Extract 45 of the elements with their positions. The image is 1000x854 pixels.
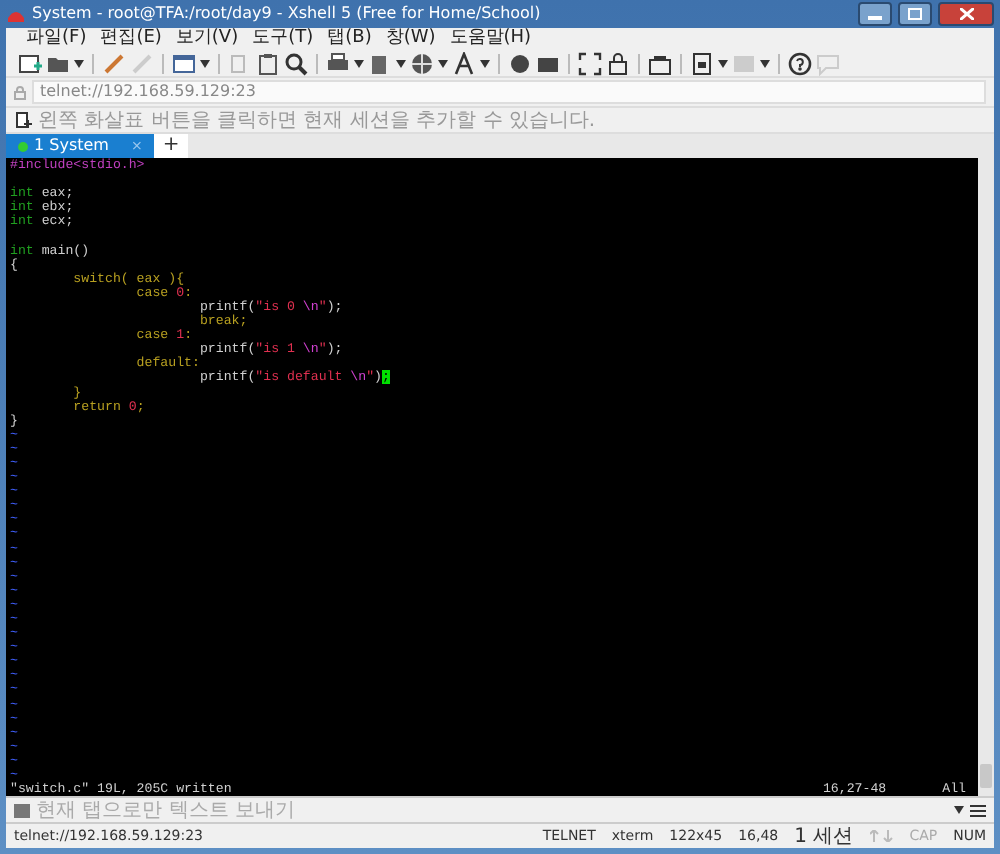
scrollbar-thumb[interactable] (980, 764, 992, 789)
caret-icon[interactable] (438, 60, 448, 68)
minimize-button[interactable] (858, 2, 892, 26)
menu-item[interactable]: 편집(E) (100, 26, 162, 54)
menu-item[interactable]: 창(W) (385, 26, 436, 54)
document-icon[interactable] (690, 52, 714, 76)
font-icon[interactable] (452, 52, 476, 76)
close-button[interactable] (938, 2, 994, 26)
window-title: System - root@TFA:/root/day9 - Xshell 5 (Free for Home/School) (32, 2, 543, 26)
menu-icon[interactable] (970, 803, 986, 818)
menu-item[interactable]: 보기(V) (175, 26, 239, 54)
arrows-icon (869, 830, 894, 843)
menu-item[interactable]: 파일(F) (26, 26, 87, 54)
close-icon (959, 8, 973, 20)
new-tab-button[interactable]: + (154, 134, 188, 158)
add-session-icon (16, 112, 32, 128)
search-icon[interactable] (284, 52, 308, 76)
caret-icon[interactable] (354, 60, 364, 68)
caret-icon[interactable] (954, 806, 964, 815)
printer-icon[interactable] (326, 52, 350, 76)
caret-icon[interactable] (74, 60, 84, 68)
caret-icon[interactable] (718, 60, 728, 68)
lock-icon[interactable] (606, 52, 630, 76)
paste-icon[interactable] (256, 52, 280, 76)
maximize-icon (908, 8, 922, 20)
scrollbar[interactable] (978, 158, 994, 797)
maximize-button[interactable] (898, 2, 932, 26)
folder-icon[interactable] (46, 52, 70, 76)
caret-icon[interactable] (480, 60, 490, 68)
help-icon[interactable] (788, 52, 812, 76)
caret-icon[interactable] (760, 60, 770, 68)
compose-field[interactable]: 현재 탭으로만 텍스트 보내기 (36, 795, 948, 826)
menu-item[interactable]: 도구(T) (252, 26, 314, 54)
caret-icon[interactable] (396, 60, 406, 68)
new-session-icon[interactable] (18, 52, 42, 76)
menu-item[interactable]: 탭(B) (327, 26, 372, 54)
session-count: 1 세션 (794, 823, 854, 852)
window-icon[interactable] (172, 52, 196, 76)
caret-icon[interactable] (200, 60, 210, 68)
fullscreen-icon[interactable] (578, 52, 602, 76)
lock-icon (14, 85, 26, 99)
menu-item[interactable]: 도움말(H) (449, 26, 532, 54)
hint-text: 왼쪽 화살표 버튼을 클릭하면 현재 세션을 추가할 수 있습니다. (38, 107, 596, 135)
globe-icon[interactable] (410, 52, 434, 76)
compose-icon[interactable] (648, 52, 672, 76)
